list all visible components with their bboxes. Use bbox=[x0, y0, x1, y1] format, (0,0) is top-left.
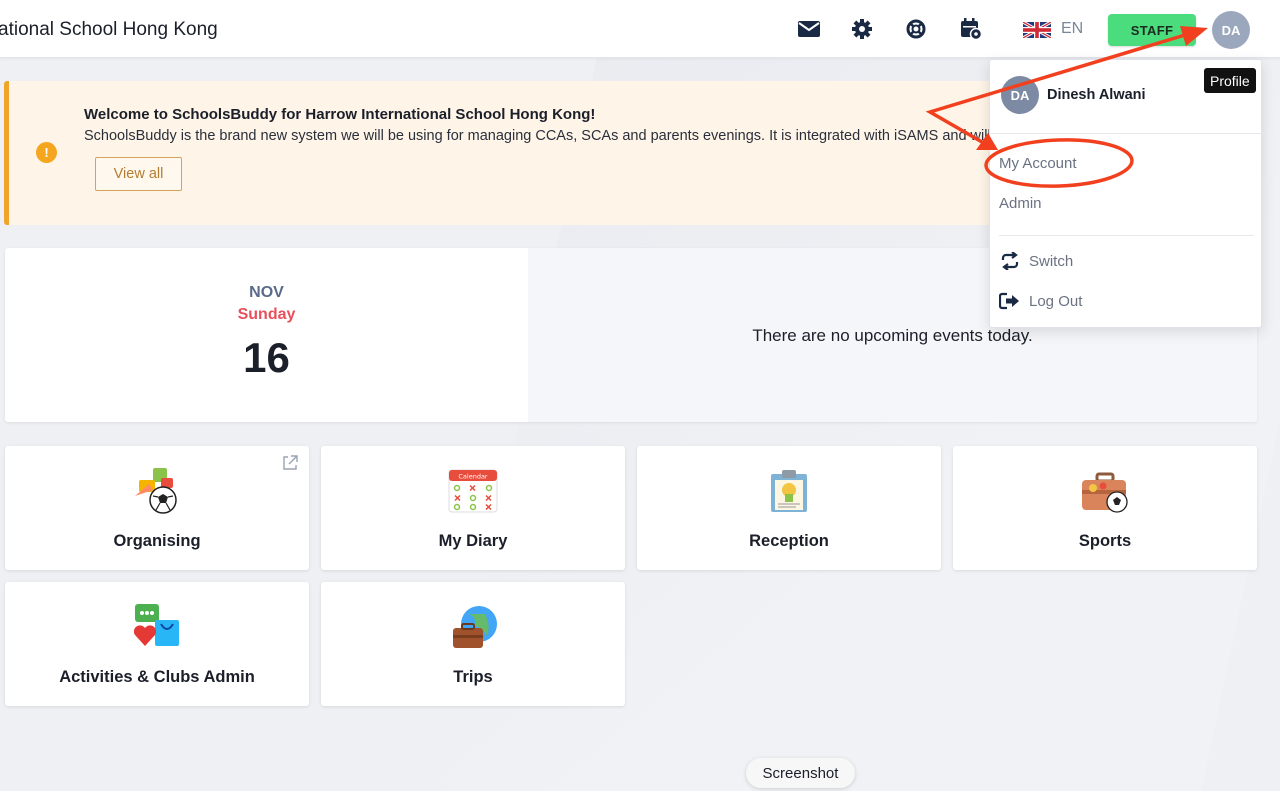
mail-icon[interactable] bbox=[798, 18, 820, 40]
tile-organising[interactable]: Organising bbox=[5, 446, 309, 570]
staff-role-button[interactable]: STAFF bbox=[1108, 14, 1196, 46]
sports-icon bbox=[1082, 472, 1128, 513]
no-events-message: There are no upcoming events today. bbox=[752, 326, 1033, 345]
switch-link[interactable]: Switch bbox=[1029, 253, 1073, 270]
switch-icon[interactable] bbox=[999, 252, 1021, 270]
lifebuoy-icon[interactable] bbox=[905, 18, 927, 40]
banner-text: SchoolsBuddy is the brand new system we … bbox=[84, 128, 991, 144]
banner-title: Welcome to SchoolsBuddy for Harrow Inter… bbox=[84, 106, 596, 123]
user-avatar[interactable]: DA bbox=[1212, 11, 1250, 49]
logout-link[interactable]: Log Out bbox=[1029, 293, 1082, 310]
tile-sports[interactable]: Sports bbox=[953, 446, 1257, 570]
logout-icon[interactable] bbox=[999, 292, 1021, 310]
calendar-icon: Calendar bbox=[448, 469, 498, 513]
divider bbox=[990, 133, 1263, 134]
tile-label: Trips bbox=[453, 668, 493, 686]
user-name: Dinesh Alwani bbox=[1047, 87, 1146, 103]
tile-label: My Diary bbox=[438, 532, 508, 550]
admin-link[interactable]: Admin bbox=[999, 195, 1042, 212]
divider bbox=[999, 235, 1254, 236]
screenshot-button[interactable]: Screenshot bbox=[746, 758, 855, 788]
calendar-settings-icon[interactable] bbox=[960, 18, 982, 40]
profile-dropdown: DA Dinesh Alwani My Account Admin Switch… bbox=[989, 59, 1263, 328]
welcome-banner: ! Welcome to SchoolsBuddy for Harrow Int… bbox=[4, 81, 1034, 225]
activities-icon bbox=[133, 604, 179, 646]
language-label[interactable]: EN bbox=[1061, 20, 1083, 38]
weekday-label: Sunday bbox=[237, 306, 296, 323]
reception-icon bbox=[771, 470, 807, 512]
day-number: 16 bbox=[243, 334, 290, 381]
school-title: ational School Hong Kong bbox=[0, 19, 218, 40]
profile-tooltip: Profile bbox=[1204, 68, 1256, 93]
tile-reception[interactable]: Reception bbox=[637, 446, 941, 570]
svg-text:Calendar: Calendar bbox=[458, 473, 488, 481]
tile-trips[interactable]: Trips bbox=[321, 582, 625, 706]
tile-label: Sports bbox=[1078, 532, 1132, 550]
trips-icon bbox=[453, 606, 497, 648]
dropdown-avatar: DA bbox=[1001, 76, 1039, 114]
tile-label: Organising bbox=[113, 532, 201, 550]
tile-label: Activities & Clubs Admin bbox=[59, 668, 255, 686]
gear-icon[interactable] bbox=[851, 18, 873, 40]
external-link-icon[interactable] bbox=[281, 454, 299, 472]
month-label: NOV bbox=[249, 284, 284, 301]
tile-activities-clubs-admin[interactable]: Activities & Clubs Admin bbox=[5, 582, 309, 706]
warning-icon: ! bbox=[36, 142, 57, 163]
tile-my-diary[interactable]: Calendar My Diary bbox=[321, 446, 625, 570]
view-all-button[interactable]: View all bbox=[95, 157, 182, 191]
organising-icon bbox=[135, 468, 177, 514]
uk-flag-icon[interactable] bbox=[1023, 22, 1051, 38]
tile-label: Reception bbox=[749, 532, 829, 550]
top-header: ational School Hong Kong EN STAFF DA bbox=[0, 0, 1280, 58]
my-account-link[interactable]: My Account bbox=[999, 155, 1077, 172]
